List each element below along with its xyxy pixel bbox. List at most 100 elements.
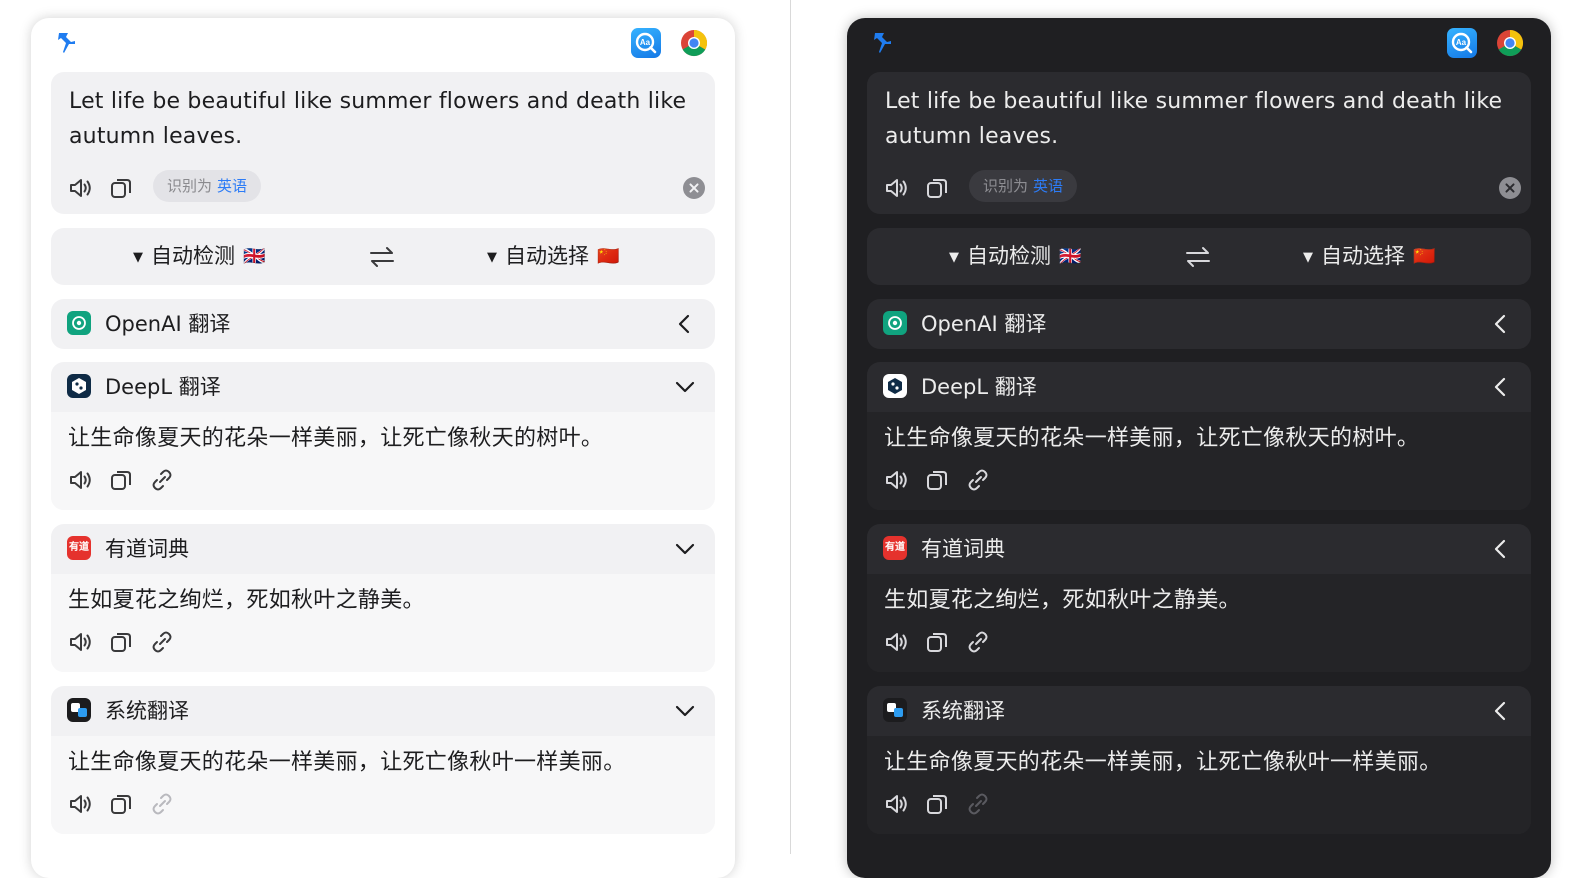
service-name: 系统翻译 [921,699,1005,723]
service-header[interactable]: DeepL 翻译 [51,362,715,412]
chevron-left-icon[interactable] [1487,697,1515,725]
result-toolbar [67,466,367,502]
service-name: OpenAI 翻译 [105,312,231,336]
link-icon[interactable] [148,466,176,494]
service-header[interactable]: OpenAI 翻译 [867,299,1531,349]
copy-icon[interactable] [923,628,951,656]
speaker-icon[interactable] [67,466,95,494]
input-toolbar: 识别为 英语 [883,170,1523,206]
openai-icon [67,311,91,335]
service-header[interactable]: 有道 有道词典 [51,524,715,574]
language-selector-bar: ▼ 自动检测 🇬🇧 ▼ 自动选择 🇨🇳 [867,228,1531,285]
speaker-icon[interactable] [67,174,95,202]
translation-result[interactable]: 让生命像夏天的花朵一样美丽，让死亡像秋天的树叶。 [884,424,1419,454]
service-header[interactable]: 系统翻译 [867,686,1531,736]
apple-translate-icon [883,698,907,722]
chevron-left-icon[interactable] [1487,535,1515,563]
speaker-icon[interactable] [67,628,95,656]
result-toolbar [67,790,367,826]
dictionary-app-icon[interactable]: Aa [631,28,661,58]
speaker-icon[interactable] [67,790,95,818]
dropdown-triangle-icon: ▼ [1303,250,1313,265]
source-text[interactable]: Let life be beautiful like summer flower… [885,84,1517,154]
translation-result[interactable]: 生如夏花之绚烂，死如秋叶之静美。 [68,586,425,616]
service-name: 有道词典 [105,537,189,561]
chrome-icon[interactable] [1495,28,1525,58]
translation-result[interactable]: 让生命像夏天的花朵一样美丽，让死亡像秋叶一样美丽。 [884,748,1442,778]
source-language-select[interactable]: ▼ 自动检测 🇬🇧 [949,228,1081,285]
copy-icon[interactable] [107,174,135,202]
copy-icon[interactable] [107,466,135,494]
service-name: DeepL 翻译 [921,375,1037,399]
copy-icon[interactable] [923,174,951,202]
uk-flag-icon: 🇬🇧 [1059,246,1082,267]
svg-text:Aa: Aa [1456,38,1467,47]
toolbar: Aa [847,18,1551,70]
link-icon[interactable] [964,628,992,656]
copy-icon[interactable] [923,466,951,494]
result-toolbar [883,466,1183,502]
service-card-deepl: DeepL 翻译 让生命像夏天的花朵一样美丽，让死亡像秋天的树叶。 [867,362,1531,510]
language-selector-bar: ▼ 自动检测 🇬🇧 ▼ 自动选择 🇨🇳 [51,228,715,285]
detected-language-badge[interactable]: 识别为 英语 [153,170,262,202]
apple-translate-icon [67,698,91,722]
svg-text:Aa: Aa [640,38,651,47]
link-icon[interactable] [964,466,992,494]
service-card-deepl: DeepL 翻译 让生命像夏天的花朵一样美丽，让死亡像秋天的树叶。 [51,362,715,510]
youdao-icon: 有道 [883,536,907,560]
input-toolbar: 识别为 英语 [67,170,707,206]
input-card: Let life be beautiful like summer flower… [51,72,715,214]
copy-icon[interactable] [107,790,135,818]
dropdown-triangle-icon: ▼ [133,250,143,265]
chevron-down-icon[interactable] [671,535,699,563]
dropdown-triangle-icon: ▼ [487,250,497,265]
clear-icon[interactable] [683,177,705,199]
chevron-down-icon[interactable] [671,697,699,725]
pin-icon[interactable] [55,30,81,56]
deepl-icon [67,374,91,398]
detected-prefix: 识别为 [167,177,213,195]
service-card-system: 系统翻译 让生命像夏天的花朵一样美丽，让死亡像秋叶一样美丽。 [51,686,715,834]
chevron-left-icon[interactable] [1487,373,1515,401]
service-header[interactable]: DeepL 翻译 [867,362,1531,412]
clear-icon[interactable] [1499,177,1521,199]
translation-result[interactable]: 生如夏花之绚烂，死如秋叶之静美。 [884,586,1241,616]
swap-icon[interactable] [367,243,397,271]
service-card-openai: OpenAI 翻译 [867,299,1531,349]
service-header[interactable]: 系统翻译 [51,686,715,736]
target-language-label: 自动选择 [1321,244,1405,268]
service-header[interactable]: 有道 有道词典 [867,524,1531,574]
translation-result[interactable]: 让生命像夏天的花朵一样美丽，让死亡像秋天的树叶。 [68,424,603,454]
service-name: 系统翻译 [105,699,189,723]
service-card-youdao: 有道 有道词典 生如夏花之绚烂，死如秋叶之静美。 [51,524,715,672]
speaker-icon[interactable] [883,628,911,656]
link-icon [964,790,992,818]
target-language-select[interactable]: ▼ 自动选择 🇨🇳 [487,228,619,285]
dictionary-app-icon[interactable]: Aa [1447,28,1477,58]
translation-result[interactable]: 让生命像夏天的花朵一样美丽，让死亡像秋叶一样美丽。 [68,748,626,778]
pin-icon[interactable] [871,30,897,56]
dropdown-triangle-icon: ▼ [949,250,959,265]
copy-icon[interactable] [107,628,135,656]
service-card-system: 系统翻译 让生命像夏天的花朵一样美丽，让死亡像秋叶一样美丽。 [867,686,1531,834]
detected-language-badge[interactable]: 识别为 英语 [969,170,1078,202]
chevron-left-icon[interactable] [671,310,699,338]
result-toolbar [883,790,1183,826]
source-language-select[interactable]: ▼ 自动检测 🇬🇧 [133,228,265,285]
chevron-left-icon[interactable] [1487,310,1515,338]
source-text[interactable]: Let life be beautiful like summer flower… [69,84,701,154]
service-header[interactable]: OpenAI 翻译 [51,299,715,349]
link-icon[interactable] [148,628,176,656]
target-language-select[interactable]: ▼ 自动选择 🇨🇳 [1303,228,1435,285]
speaker-icon[interactable] [883,466,911,494]
link-icon [148,790,176,818]
copy-icon[interactable] [923,790,951,818]
light-panel: Aa Let life be beautiful like summer flo… [31,18,735,878]
speaker-icon[interactable] [883,174,911,202]
openai-icon [883,311,907,335]
chevron-down-icon[interactable] [671,373,699,401]
source-language-label: 自动检测 [151,244,235,268]
speaker-icon[interactable] [883,790,911,818]
swap-icon[interactable] [1183,243,1213,271]
chrome-icon[interactable] [679,28,709,58]
